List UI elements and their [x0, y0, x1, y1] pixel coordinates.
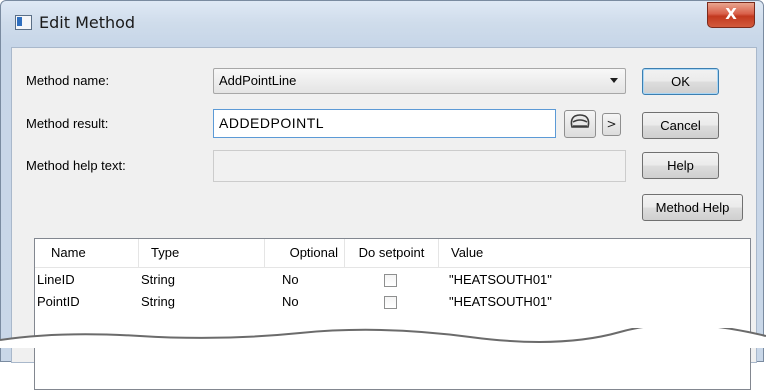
method-result-label: Method result: [26, 116, 109, 131]
method-name-dropdown[interactable]: AddPointLine [213, 68, 626, 94]
do-setpoint-checkbox[interactable] [384, 274, 397, 287]
method-name-value: AddPointLine [219, 73, 297, 88]
expression-editor-button[interactable] [564, 110, 596, 138]
row-type: String [141, 272, 175, 287]
row-optional: No [282, 272, 299, 287]
parameters-table: Name Type Optional Do setpoint Value Lin… [34, 238, 751, 390]
row-value: "HEATSOUTH01" [449, 272, 552, 287]
window-title: Edit Method [39, 13, 136, 32]
column-header-do-setpoint[interactable]: Do setpoint [345, 239, 439, 267]
method-help-text-input [213, 150, 626, 182]
chevron-down-icon [610, 78, 618, 83]
row-value: "HEATSOUTH01" [449, 294, 552, 309]
title-bar[interactable]: Edit Method X [1, 1, 763, 47]
column-header-name[interactable]: Name [35, 239, 139, 267]
row-optional: No [282, 294, 299, 309]
edit-method-dialog: Edit Method X Method name: AddPointLine … [0, 0, 764, 390]
table-header: Name Type Optional Do setpoint Value [35, 239, 750, 268]
torn-edge [0, 328, 766, 348]
row-name: LineID [37, 272, 75, 287]
column-header-optional[interactable]: Optional [265, 239, 345, 267]
row-type: String [141, 294, 175, 309]
method-help-button[interactable]: Method Help [642, 194, 743, 221]
chevron-right-icon: > [606, 117, 617, 131]
table-row[interactable]: PointID String No "HEATSOUTH01" [35, 291, 750, 313]
do-setpoint-checkbox[interactable] [384, 296, 397, 309]
close-button[interactable]: X [707, 2, 755, 28]
close-icon: X [725, 5, 737, 23]
method-help-text-label: Method help text: [26, 158, 126, 173]
column-header-type[interactable]: Type [139, 239, 265, 267]
expand-button[interactable]: > [602, 113, 621, 136]
method-name-label: Method name: [26, 73, 110, 88]
window-app-icon [15, 15, 32, 30]
dialog-body: Method name: AddPointLine Method result:… [11, 47, 757, 390]
help-button[interactable]: Help [642, 152, 719, 179]
column-header-value[interactable]: Value [439, 239, 750, 267]
method-result-input[interactable]: ADDEDPOINTL [213, 109, 556, 138]
ok-button[interactable]: OK [642, 68, 719, 95]
expression-editor-icon [570, 114, 590, 128]
table-row[interactable]: LineID String No "HEATSOUTH01" [35, 269, 750, 291]
cancel-button[interactable]: Cancel [642, 112, 719, 139]
row-name: PointID [37, 294, 80, 309]
method-result-value: ADDEDPOINTL [219, 115, 325, 131]
